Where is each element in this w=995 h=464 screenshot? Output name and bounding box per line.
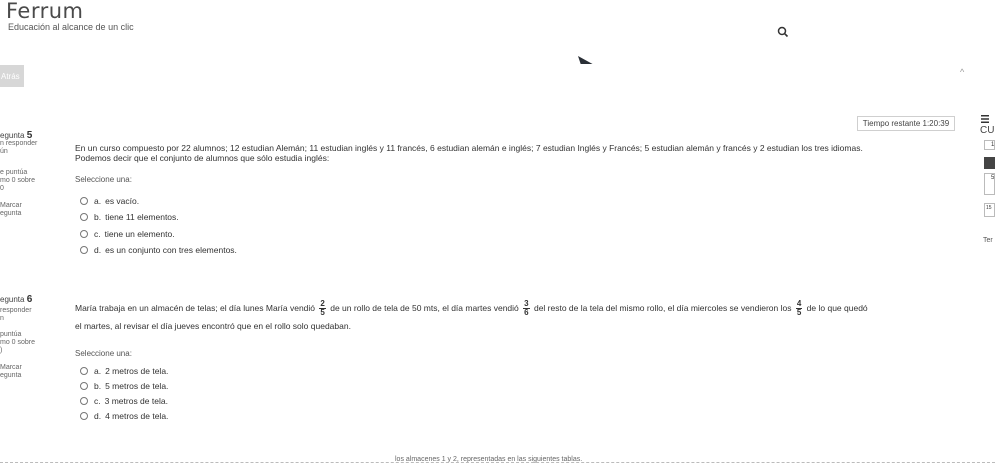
answer-option-d[interactable]: d. es un conjunto con tres elementos. <box>80 245 237 255</box>
select-one-label: Seleccione una: <box>75 349 132 358</box>
radio-button[interactable] <box>80 197 88 205</box>
brand-logo[interactable]: Ferrum Educación al alcance de un clic <box>6 0 134 32</box>
radio-button[interactable] <box>80 382 88 390</box>
question-points: e puntúa <box>0 169 28 176</box>
question-text-line-2: Podemos decir que el conjunto de alumnos… <box>75 153 330 163</box>
question-points-3: 0 <box>0 185 4 192</box>
question-points-2: mo 0 sobre <box>0 339 36 346</box>
answer-option-a[interactable]: a. 2 metros de tela. <box>80 366 168 376</box>
finish-attempt-link[interactable]: Ter <box>983 237 993 244</box>
question-info: egunta 6 responder n puntúa mo 0 sobre )… <box>0 294 66 380</box>
radio-button[interactable] <box>80 230 88 238</box>
flag-question-link-2[interactable]: egunta <box>0 372 66 380</box>
radio-button[interactable] <box>80 397 88 405</box>
question-text: María trabaja en un almacén de telas; el… <box>75 299 868 317</box>
question-nav-item-current[interactable] <box>984 157 995 169</box>
question-nav-item[interactable]: 5 <box>984 173 995 195</box>
brand-tagline: Educación al alcance de un clic <box>8 22 134 32</box>
question-nav-item[interactable]: 15 <box>984 203 995 217</box>
radio-button[interactable] <box>80 213 88 221</box>
search-icon[interactable] <box>777 25 791 39</box>
question-status: n responder <box>0 140 38 147</box>
flag-question-link[interactable]: Marcar <box>0 202 66 210</box>
radio-button[interactable] <box>80 246 88 254</box>
question-points-2: mo 0 sobre <box>0 177 36 184</box>
back-button[interactable]: Atrás <box>0 65 24 87</box>
answer-option-b[interactable]: b. 5 metros de tela. <box>80 381 168 391</box>
question-nav-item[interactable]: 1 <box>984 140 995 150</box>
question-status-2: n <box>0 315 4 322</box>
radio-button[interactable] <box>80 412 88 420</box>
answer-option-c[interactable]: c. tiene un elemento. <box>80 229 175 239</box>
navigation-bar <box>0 64 995 90</box>
caret-up-icon[interactable]: ^ <box>960 67 964 77</box>
brand-name: Ferrum <box>6 0 84 23</box>
question-info: egunta 5 n responder ún e puntúa mo 0 so… <box>0 130 66 218</box>
question-status-2: ún <box>0 148 8 155</box>
flag-question-link-2[interactable]: egunta <box>0 210 66 218</box>
time-remaining: Tiempo restante 1:20:39 <box>857 116 955 131</box>
question-text-line-2: el martes, al revisar el día jueves enco… <box>75 321 351 331</box>
fraction: 25 <box>319 299 326 317</box>
answer-option-d[interactable]: d. 4 metros de tela. <box>80 411 168 421</box>
question-number: egunta 5 <box>0 130 33 141</box>
answer-option-a[interactable]: a. es vacío. <box>80 196 139 206</box>
select-one-label: Seleccione una: <box>75 175 132 184</box>
question-points: puntúa <box>0 331 22 338</box>
question-points-3: ) <box>0 347 3 354</box>
answer-option-c[interactable]: c. 3 metros de tela. <box>80 396 168 406</box>
question-status: responder <box>0 307 32 314</box>
flag-question-link[interactable]: Marcar <box>0 364 66 372</box>
site-header: Ferrum Educación al alcance de un clic <box>0 0 995 64</box>
answer-option-b[interactable]: b. tiene 11 elementos. <box>80 212 179 222</box>
fraction: 36 <box>523 299 530 317</box>
question-number: egunta 6 <box>0 294 33 305</box>
side-panel-title: CU <box>980 125 995 136</box>
menu-icon[interactable] <box>980 111 990 123</box>
fraction: 45 <box>795 299 803 317</box>
radio-button[interactable] <box>80 367 88 375</box>
